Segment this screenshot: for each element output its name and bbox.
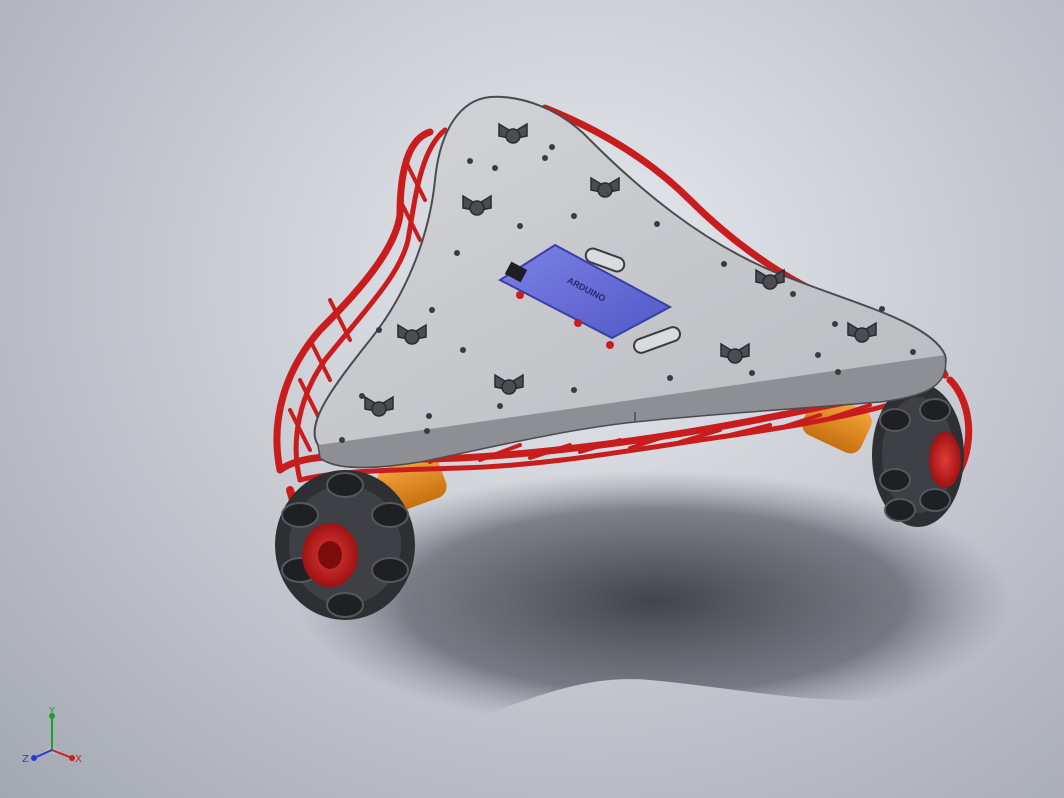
- robot-model[interactable]: ARDUINO: [0, 0, 1064, 798]
- omni-wheel-right: [872, 383, 964, 527]
- y-axis-label: Y: [48, 706, 56, 717]
- orientation-triad[interactable]: Y X Z: [16, 702, 88, 774]
- omni-wheel-left: [275, 470, 415, 620]
- z-axis-label: Z: [22, 754, 29, 765]
- x-axis-label: X: [75, 754, 82, 765]
- cad-viewport[interactable]: ARDUINO Y X Z: [0, 0, 1064, 798]
